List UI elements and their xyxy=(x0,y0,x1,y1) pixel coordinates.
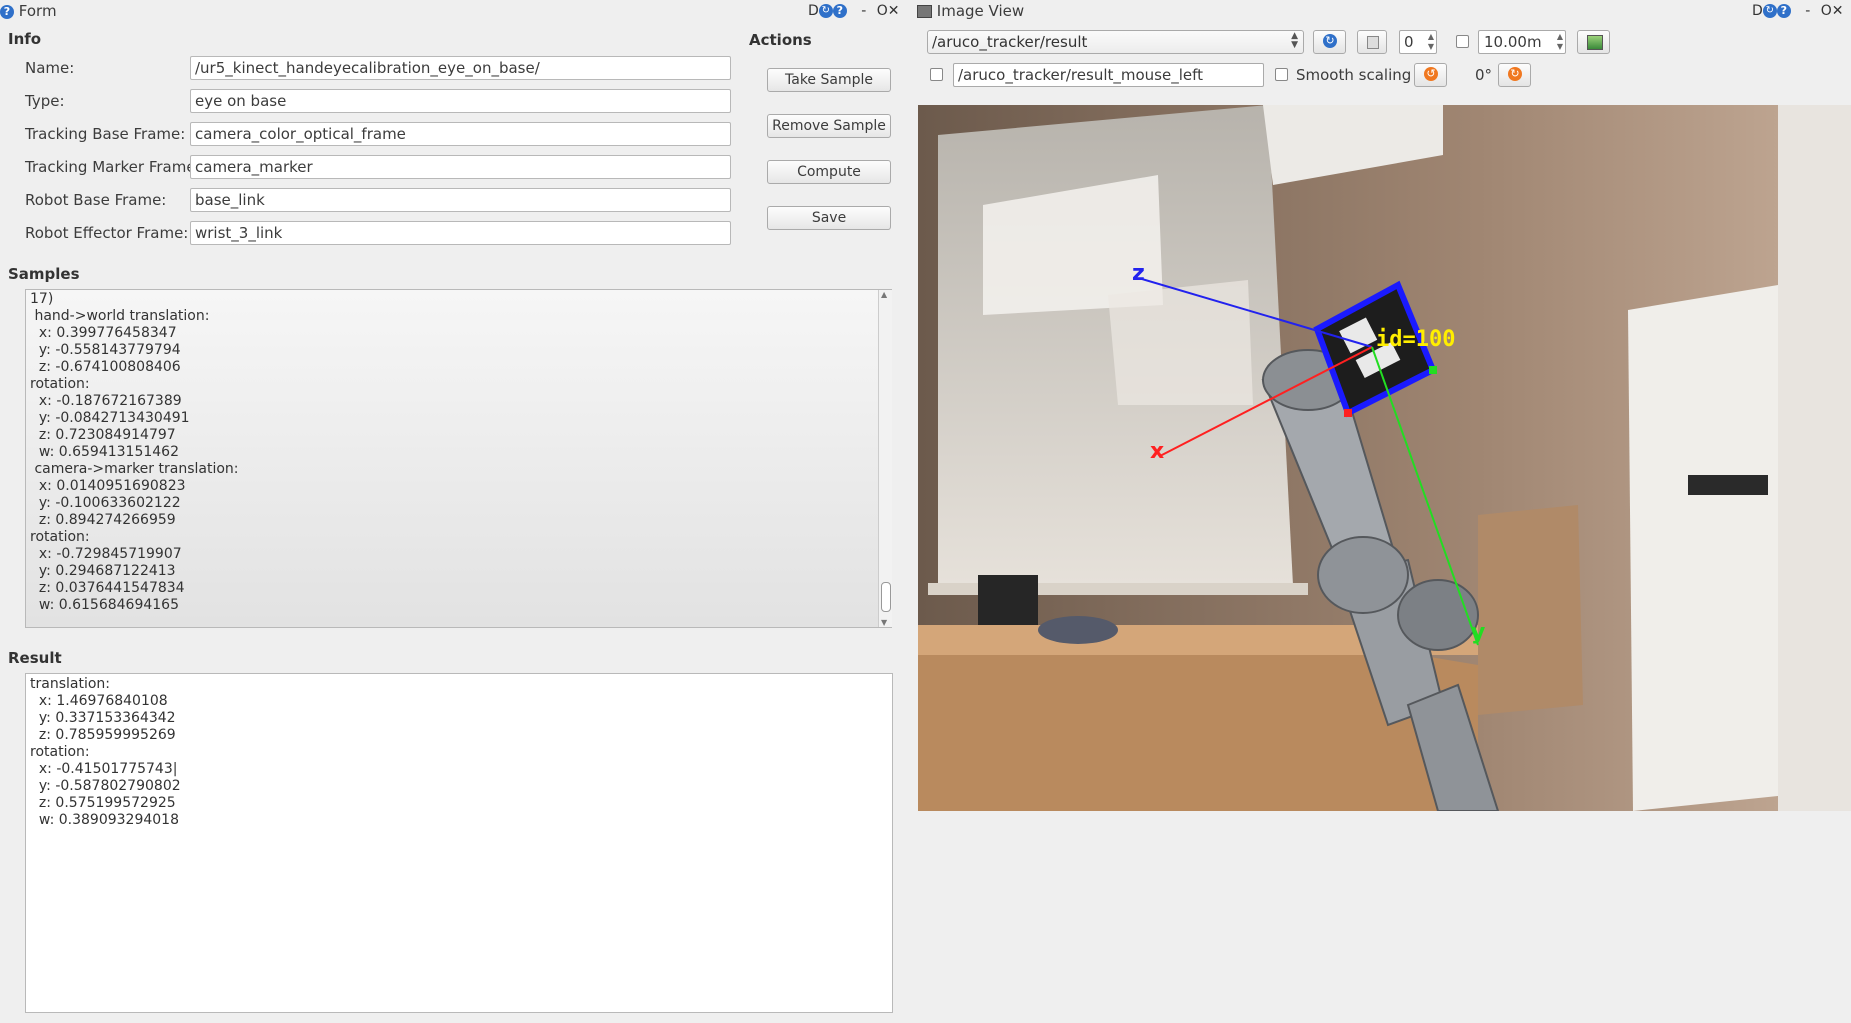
image-view-titlebar: Image View xyxy=(917,0,1024,22)
smooth-scaling-checkbox[interactable] xyxy=(1275,68,1288,81)
help-icon[interactable]: ? xyxy=(0,4,14,19)
field-input[interactable]: camera_color_optical_frame xyxy=(190,122,731,146)
corner-red xyxy=(1344,409,1352,417)
image-view-window-icon xyxy=(917,5,932,18)
topic-select[interactable]: /aruco_tracker/result ▲ ▼ xyxy=(927,30,1304,54)
zoom-fit-button[interactable] xyxy=(1357,30,1387,54)
minimize-icon[interactable]: - xyxy=(861,3,866,19)
axis-y-line xyxy=(1371,346,1479,646)
topic-select-value: /aruco_tracker/result xyxy=(932,33,1088,51)
mouse-topic-value: /aruco_tracker/result_mouse_left xyxy=(958,66,1204,84)
reload-icon[interactable]: ↻ xyxy=(818,4,833,18)
take-sample-button[interactable]: Take Sample xyxy=(767,68,891,92)
axis-x-line xyxy=(1159,346,1373,457)
actions-section-label: Actions xyxy=(749,31,812,49)
refresh-icon: ↻ xyxy=(1323,34,1337,48)
axis-y-label: y xyxy=(1471,620,1486,645)
field-label: Robot Effector Frame: xyxy=(25,224,189,242)
mouse-publish-checkbox[interactable] xyxy=(930,68,943,81)
spin-arrows-icon[interactable]: ▲ ▼ xyxy=(1557,32,1563,52)
rotate-right-button[interactable]: ↻ xyxy=(1498,63,1531,87)
close-icon[interactable]: ✕ xyxy=(888,3,900,19)
samples-scrollbar[interactable]: ▲ ▼ xyxy=(878,290,892,627)
dock-icon[interactable]: D xyxy=(1752,3,1763,19)
aruco-overlay xyxy=(1141,278,1479,646)
mouse-topic-input[interactable]: /aruco_tracker/result_mouse_left xyxy=(953,63,1264,87)
zoom-fit-icon xyxy=(1367,36,1379,49)
axis-z-line xyxy=(1141,278,1373,348)
field-input[interactable]: eye on base xyxy=(190,89,731,113)
refresh-topics-button[interactable]: ↻ xyxy=(1313,30,1346,54)
field-label: Tracking Base Frame: xyxy=(25,125,186,143)
result-section-label: Result xyxy=(8,649,62,667)
reload-icon[interactable]: ↻ xyxy=(1762,4,1777,18)
rotation-label: 0° xyxy=(1475,66,1493,84)
result-textarea[interactable]: translation: x: 1.46976840108 y: 0.33715… xyxy=(25,673,893,1013)
save-image-button[interactable] xyxy=(1577,30,1610,54)
samples-section-label: Samples xyxy=(8,265,80,283)
rotate-left-icon: ↺ xyxy=(1424,67,1438,81)
float-icon[interactable]: O xyxy=(1821,3,1832,19)
save-image-icon xyxy=(1587,35,1603,50)
field-input[interactable]: camera_marker xyxy=(190,155,731,179)
form-titlebar: ? Form xyxy=(0,0,910,22)
close-icon[interactable]: ✕ xyxy=(1832,3,1844,19)
marker-id-label: id=100 xyxy=(1376,327,1456,352)
scroll-up-arrow-icon[interactable]: ▲ xyxy=(881,290,887,299)
remove-sample-button[interactable]: Remove Sample xyxy=(767,114,891,138)
axis-x-label: x xyxy=(1150,439,1165,464)
help-icon[interactable]: ? xyxy=(832,4,847,18)
scroll-down-arrow-icon[interactable]: ▼ xyxy=(881,618,887,627)
field-input[interactable]: /ur5_kinect_handeyecalibration_eye_on_ba… xyxy=(190,56,731,80)
form-window-controls: D ↻? - O✕ xyxy=(808,3,913,21)
corner-green xyxy=(1429,366,1437,374)
field-label: Robot Base Frame: xyxy=(25,191,167,209)
help-icon[interactable]: ? xyxy=(1776,4,1791,18)
samples-textarea[interactable]: 17) hand->world translation: x: 0.399776… xyxy=(25,289,892,628)
axis-z-label: z xyxy=(1132,261,1145,286)
info-section-label: Info xyxy=(8,30,42,48)
updown-arrows-icon: ▲ ▼ xyxy=(1291,31,1298,50)
save-button[interactable]: Save xyxy=(767,206,891,230)
spin-box[interactable]: 0 ▲ ▼ xyxy=(1399,30,1437,54)
distance-spin-box[interactable]: 10.00m ▲ ▼ xyxy=(1478,30,1566,54)
float-icon[interactable]: O xyxy=(877,3,888,19)
form-title: Form xyxy=(18,2,57,20)
scroll-thumb[interactable] xyxy=(881,582,891,612)
rotate-left-button[interactable]: ↺ xyxy=(1414,63,1447,87)
rotate-right-icon: ↻ xyxy=(1508,67,1522,81)
spin-box-value: 0 xyxy=(1404,33,1414,51)
field-label: Tracking Marker Frame: xyxy=(25,158,201,176)
minimize-icon[interactable]: - xyxy=(1805,3,1810,19)
dock-icon[interactable]: D xyxy=(808,3,819,19)
field-label: Type: xyxy=(25,92,65,110)
compute-button[interactable]: Compute xyxy=(767,160,891,184)
enable-checkbox[interactable] xyxy=(1456,35,1469,48)
image-view-title: Image View xyxy=(936,2,1025,20)
field-input[interactable]: base_link xyxy=(190,188,731,212)
distance-value: 10.00m xyxy=(1484,33,1542,51)
camera-image[interactable]: id=100 z x y xyxy=(918,105,1851,811)
field-input[interactable]: wrist_3_link xyxy=(190,221,731,245)
spin-arrows-icon[interactable]: ▲ ▼ xyxy=(1428,32,1434,52)
field-label: Name: xyxy=(25,59,75,77)
image-view-window-controls: D ↻? - O✕ xyxy=(1752,3,1850,21)
smooth-scaling-label: Smooth scaling xyxy=(1296,66,1412,84)
